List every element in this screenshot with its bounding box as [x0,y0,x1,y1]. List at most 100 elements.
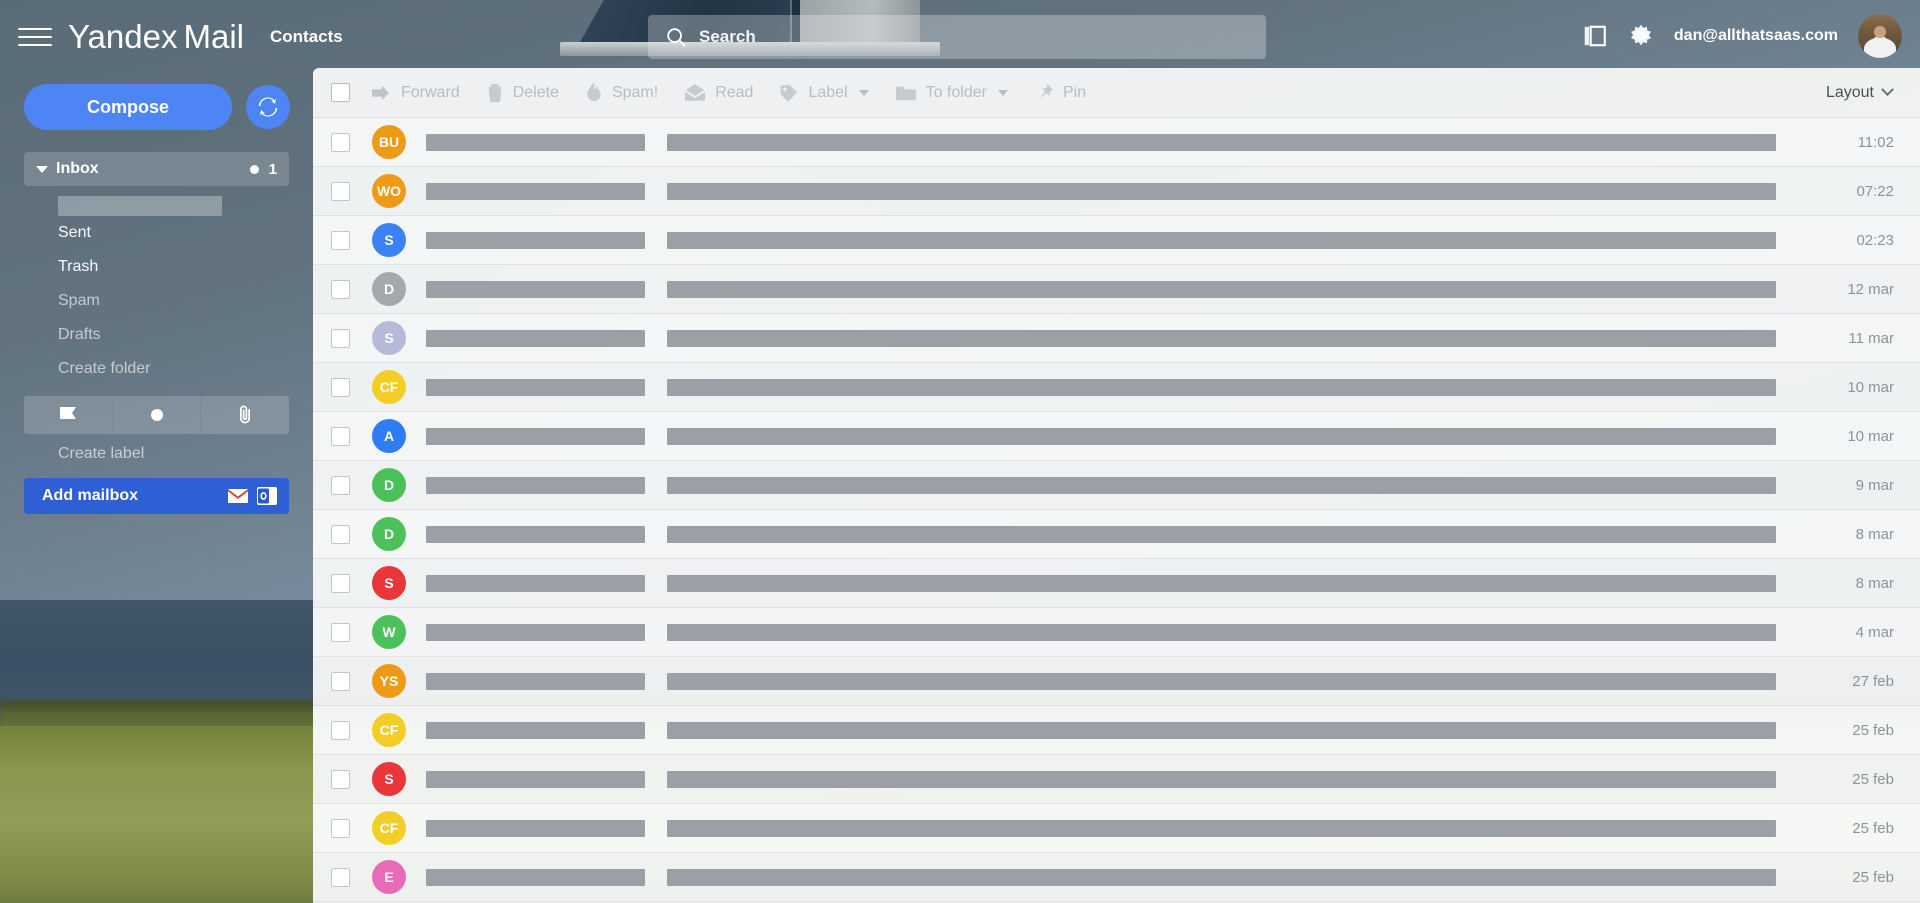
message-row[interactable]: CF 25 feb [313,706,1920,755]
contacts-link[interactable]: Contacts [270,27,343,47]
sender-avatar[interactable]: D [372,272,406,306]
sidebar-item-spam[interactable]: Spam [58,284,313,318]
sender-avatar[interactable]: CF [372,370,406,404]
create-label-link[interactable]: Create label [58,434,313,474]
sender-avatar[interactable]: CF [372,811,406,845]
app-logo[interactable]: Yandex Mail [68,18,244,56]
app-header: Yandex Mail Contacts Search dan@allthatsa… [0,0,1920,74]
message-checkbox[interactable] [331,671,350,691]
sender-avatar[interactable]: YS [372,664,406,698]
hamburger-icon[interactable] [18,22,52,52]
subject-redacted [667,133,1776,151]
sender-name-redacted [426,721,645,739]
toolbar-pin-button[interactable]: Pin [1034,83,1086,103]
message-row[interactable]: E 25 feb [313,853,1920,902]
message-row[interactable]: D 9 mar [313,461,1920,510]
sender-avatar[interactable]: BU [372,125,406,159]
message-row[interactable]: A 10 mar [313,412,1920,461]
message-row[interactable]: D 12 mar [313,265,1920,314]
message-list: BU 11:02 WO 07:22 S 02:23 D 12 mar S 11 mar CF 10 m… [313,118,1920,902]
attachment-filter-button[interactable] [201,396,289,434]
sender-name-redacted [426,476,645,494]
sender-avatar[interactable]: WO [372,174,406,208]
sender-avatar[interactable]: D [372,517,406,551]
message-row[interactable]: D 8 mar [313,510,1920,559]
sender-name-redacted [426,280,645,298]
sender-name-redacted [426,623,645,641]
subject-redacted [667,525,1776,543]
message-checkbox[interactable] [331,818,350,838]
sidebar-item-drafts[interactable]: Drafts [58,318,313,352]
layout-label: Layout [1825,83,1874,101]
message-checkbox[interactable] [331,230,350,250]
sender-avatar[interactable]: W [372,615,406,649]
sender-avatar[interactable]: S [372,566,406,600]
sender-avatar[interactable]: CF [372,713,406,747]
sidebar-item-create-folder[interactable]: Create folder [58,352,313,386]
toolbar-to-folder-button[interactable]: To folder [895,84,1008,102]
message-date: 11:02 [1857,133,1894,151]
compose-button[interactable]: Compose [24,84,232,130]
sender-avatar[interactable]: S [372,321,406,355]
user-email[interactable]: dan@allthatsaas.com [1674,27,1838,45]
message-checkbox[interactable] [331,181,350,201]
message-checkbox[interactable] [331,720,350,740]
flag-filter-button[interactable] [24,396,113,434]
message-checkbox[interactable] [331,475,350,495]
redacted-folder-item[interactable] [58,196,222,216]
toolbar-spam-button[interactable]: Spam! [585,82,658,103]
sidebar-item-inbox[interactable]: Inbox 1 [24,152,289,186]
toolbar-read-button[interactable]: Read [684,83,753,102]
message-checkbox[interactable] [331,524,350,544]
gear-icon[interactable] [1628,23,1654,49]
search-input[interactable]: Search [648,15,1266,59]
toolbar-forward-button[interactable]: Forward [370,84,460,102]
gmail-icon[interactable] [227,487,249,505]
sender-avatar[interactable]: S [372,762,406,796]
message-checkbox[interactable] [331,132,350,152]
message-checkbox[interactable] [331,867,350,887]
message-row[interactable]: CF 25 feb [313,804,1920,853]
message-row[interactable]: W 4 mar [313,608,1920,657]
caret-down-icon[interactable] [36,165,48,173]
avatar[interactable] [1858,14,1902,58]
message-row[interactable]: YS 27 feb [313,657,1920,706]
sender-avatar[interactable]: S [372,223,406,257]
message-checkbox[interactable] [331,279,350,299]
message-date: 25 feb [1852,819,1894,837]
message-date: 25 feb [1852,721,1894,739]
folder-icon [895,84,917,102]
message-checkbox[interactable] [331,426,350,446]
message-row[interactable]: S 25 feb [313,755,1920,804]
sender-avatar[interactable]: E [372,860,406,894]
message-checkbox[interactable] [331,328,350,348]
message-row[interactable]: CF 10 mar [313,363,1920,412]
message-checkbox[interactable] [331,622,350,642]
layout-button[interactable]: Layout [1825,83,1894,102]
add-mailbox-button[interactable]: Add mailbox [24,478,289,514]
outlook-icon[interactable] [257,486,277,506]
unread-filter-button[interactable] [112,396,202,434]
message-row[interactable]: WO 07:22 [313,167,1920,216]
message-date: 25 feb [1852,770,1894,788]
message-checkbox[interactable] [331,377,350,397]
message-checkbox[interactable] [331,573,350,593]
message-date: 11 mar [1848,329,1894,347]
sender-name-redacted [426,231,645,249]
compose-row: Compose [0,74,313,130]
toolbar-delete-button[interactable]: Delete [486,83,559,103]
toolbar-label-button[interactable]: Label [779,83,869,102]
reading-pane-icon[interactable] [1582,23,1608,49]
message-checkbox[interactable] [331,769,350,789]
message-row[interactable]: S 11 mar [313,314,1920,363]
message-row[interactable]: BU 11:02 [313,118,1920,167]
message-row[interactable]: S 8 mar [313,559,1920,608]
sender-name-redacted [426,819,645,837]
message-row[interactable]: S 02:23 [313,216,1920,265]
sender-avatar[interactable]: D [372,468,406,502]
refresh-button[interactable] [246,85,290,129]
select-all-checkbox[interactable] [331,83,350,102]
sidebar-item-sent[interactable]: Sent [58,216,313,250]
sidebar-item-trash[interactable]: Trash [58,250,313,284]
sender-avatar[interactable]: A [372,419,406,453]
